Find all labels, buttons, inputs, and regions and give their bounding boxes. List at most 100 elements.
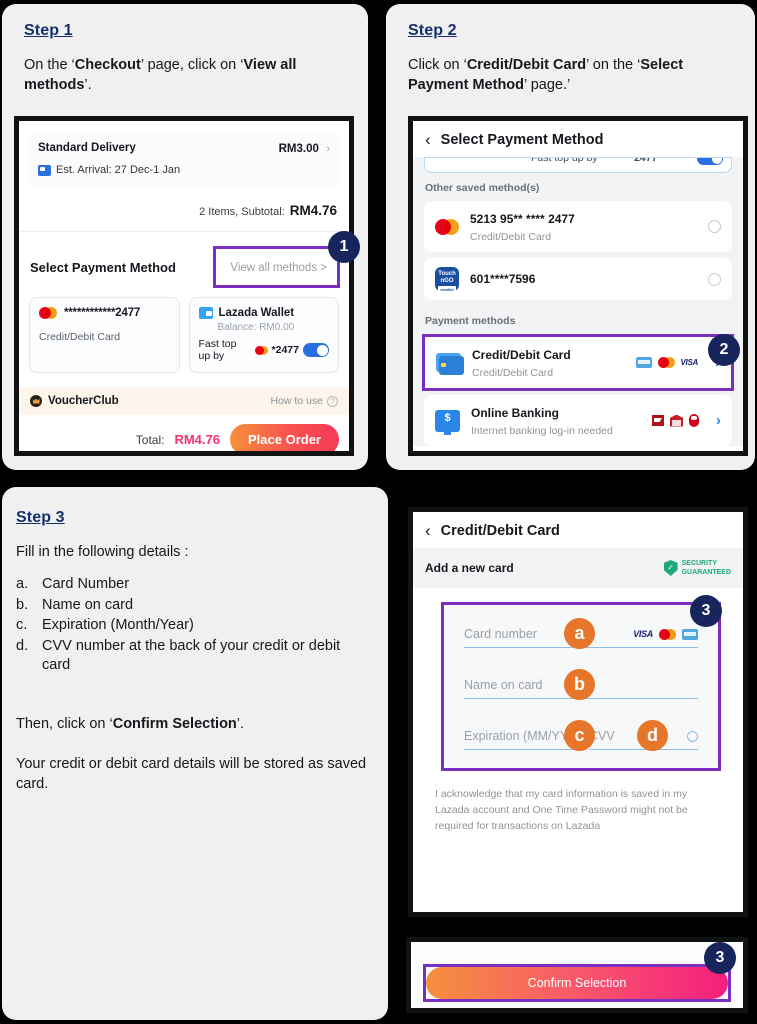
step-badge-3b: 3	[704, 942, 736, 974]
confirm-selection-button[interactable]: Confirm Selection	[426, 967, 728, 999]
chevron-right-icon: ›	[716, 412, 721, 429]
voucher-club-right[interactable]: How to use ?	[270, 395, 338, 407]
step-badge-1: 1	[328, 231, 360, 263]
step-3-list: a. Card Number b. Name on card c. Expira…	[16, 575, 374, 676]
marker-c: c	[564, 720, 595, 751]
cut-card-left-text: Fast top up by	[531, 157, 598, 164]
saved-method-text: 601****7596	[470, 270, 697, 288]
step-3-panel: Step 3 Fill in the following details : a…	[2, 487, 388, 1020]
app-bar: ‹ Select Payment Method	[413, 121, 743, 157]
delivery-name: Standard Delivery	[38, 142, 136, 154]
chevron-right-icon: ›	[326, 143, 330, 155]
tng-top: Touch	[438, 271, 456, 277]
tng-bot: ewallet	[438, 286, 456, 293]
amex-icon	[635, 357, 652, 368]
delivery-price-group: RM3.00 ›	[279, 139, 330, 157]
question-mark-icon[interactable]: ?	[327, 395, 338, 407]
saved-method-row-touchngo[interactable]: Touch nGO ewallet 601****7596	[424, 258, 732, 300]
delivery-header: Standard Delivery RM3.00 ›	[38, 139, 330, 157]
visa-icon: VISA	[633, 629, 653, 639]
method-subtitle: Credit/Debit Card	[472, 367, 554, 379]
add-new-card-bar: Add a new card SECURITY GUARANTEED	[413, 548, 743, 588]
saved-method-subtitle: Credit/Debit Card	[470, 231, 552, 243]
total-value: RM4.76	[174, 432, 220, 447]
step-3-then: Then, click on ‘Confirm Selection’.	[16, 715, 366, 735]
saved-method-title: 5213 95** **** 2477	[470, 212, 575, 226]
delivery-price: RM3.00	[278, 143, 319, 155]
delivery-card[interactable]: Standard Delivery RM3.00 › Est. Arrival:…	[28, 130, 340, 186]
wallet-topup-card: *2477	[271, 344, 299, 356]
card-number-field[interactable]: Card number VISA a	[464, 618, 698, 649]
name-on-card-placeholder: Name on card	[464, 678, 543, 692]
cvv-field[interactable]: CVV d	[589, 720, 698, 751]
place-order-button[interactable]: Place Order	[230, 424, 339, 451]
how-to-use-link[interactable]: How to use	[270, 395, 323, 407]
touch-n-go-icon: Touch nGO ewallet	[435, 267, 459, 293]
wallet-toggle[interactable]	[303, 343, 329, 357]
subtotal-value: RM4.76	[289, 203, 337, 218]
accepted-brand-icons: VISA	[633, 628, 698, 640]
card-form-highlight: Card number VISA a Name on card b Expira…	[441, 602, 721, 771]
back-chevron-icon[interactable]: ‹	[425, 131, 431, 148]
wallet-toggle[interactable]	[697, 158, 723, 165]
list-marker: c.	[16, 617, 28, 634]
credit-card-icon	[436, 353, 464, 375]
delivery-eta-row: Est. Arrival: 27 Dec-1 Jan	[38, 164, 330, 176]
mastercard-icon	[39, 307, 57, 319]
mastercard-icon	[659, 628, 676, 640]
voucher-club-left: VoucherClub	[30, 395, 119, 407]
payment-options-row: ************2477 Credit/Debit Card Lazad…	[19, 297, 349, 373]
bank-icon	[670, 414, 683, 427]
cut-card-right-text: *2477	[630, 157, 658, 164]
lazada-wallet-option[interactable]: Lazada Wallet Balance: RM0.00 Fast top u…	[188, 297, 339, 373]
step-1-title: Step 1	[24, 22, 73, 39]
list-text: Card Number	[42, 576, 130, 592]
step-badge-2: 2	[708, 334, 740, 366]
bank-brand-icons	[652, 414, 699, 427]
select-payment-method-phone-screenshot: ‹ Select Payment Method Fast top up by *…	[408, 116, 748, 456]
wallet-title: Lazada Wallet	[218, 307, 295, 319]
payment-method-row-credit-debit-card[interactable]: Credit/Debit Card Credit/Debit Card VISA…	[425, 337, 731, 388]
mastercard-icon	[657, 357, 675, 368]
visa-icon: VISA	[680, 358, 699, 367]
payment-method-row-online-banking[interactable]: $ Online Banking Internet banking log-in…	[424, 395, 732, 446]
list-item: b. Name on card	[16, 596, 374, 616]
security-line-2: GUARANTEED	[681, 569, 731, 576]
delivery-eta-text: Est. Arrival: 27 Dec-1 Jan	[56, 164, 181, 176]
voucher-club-row[interactable]: VoucherClub How to use ?	[19, 387, 349, 415]
expiration-field[interactable]: Expiration (MM/YY) c	[464, 720, 595, 751]
name-on-card-field[interactable]: Name on card b	[464, 669, 698, 700]
select-payment-title: Select Payment Method	[30, 259, 176, 275]
view-all-methods-link[interactable]: View all methods >	[230, 262, 327, 274]
checkout-phone-screenshot: Standard Delivery RM3.00 › Est. Arrival:…	[14, 116, 354, 456]
saved-card-option[interactable]: ************2477 Credit/Debit Card	[29, 297, 180, 373]
tng-mid: nGO	[440, 278, 454, 284]
list-text: CVV number at the back of your credit or…	[42, 637, 341, 674]
s1-txt-1: Checkout	[74, 57, 141, 73]
total-label: Total:	[135, 432, 165, 447]
truck-icon	[38, 164, 51, 176]
expiration-placeholder: Expiration (MM/YY)	[464, 729, 573, 743]
method-text: Credit/Debit Card Credit/Debit Card	[472, 346, 625, 379]
method-subtitle: Internet banking log-in needed	[471, 425, 613, 437]
s2-txt-0: Click on ‘	[408, 57, 467, 73]
s3-then-0: Then, click on ‘	[16, 716, 113, 732]
partially-scrolled-wallet-card: Fast top up by *2477	[424, 157, 732, 173]
s2-txt-1: Credit/Debit Card	[466, 57, 587, 73]
method-title: Online Banking	[471, 406, 560, 420]
maybank-icon	[652, 415, 664, 426]
back-chevron-icon[interactable]: ‹	[425, 522, 431, 539]
cvv-info-icon[interactable]	[687, 730, 698, 742]
crown-icon	[30, 395, 42, 407]
security-line-1: SECURITY	[681, 560, 718, 567]
list-item: a. Card Number	[16, 575, 374, 595]
step-2-title: Step 2	[408, 22, 457, 39]
list-item: d. CVV number at the back of your credit…	[16, 637, 374, 676]
marker-b: b	[564, 669, 595, 700]
radio-button[interactable]	[708, 272, 721, 286]
saved-card-subtitle: Credit/Debit Card	[39, 331, 121, 343]
saved-method-row-mastercard[interactable]: 5213 95** **** 2477 Credit/Debit Card	[424, 201, 732, 252]
other-saved-methods-label: Other saved method(s)	[425, 182, 540, 194]
credit-debit-card-highlight: Credit/Debit Card Credit/Debit Card VISA…	[422, 334, 734, 391]
radio-button[interactable]	[708, 220, 721, 233]
